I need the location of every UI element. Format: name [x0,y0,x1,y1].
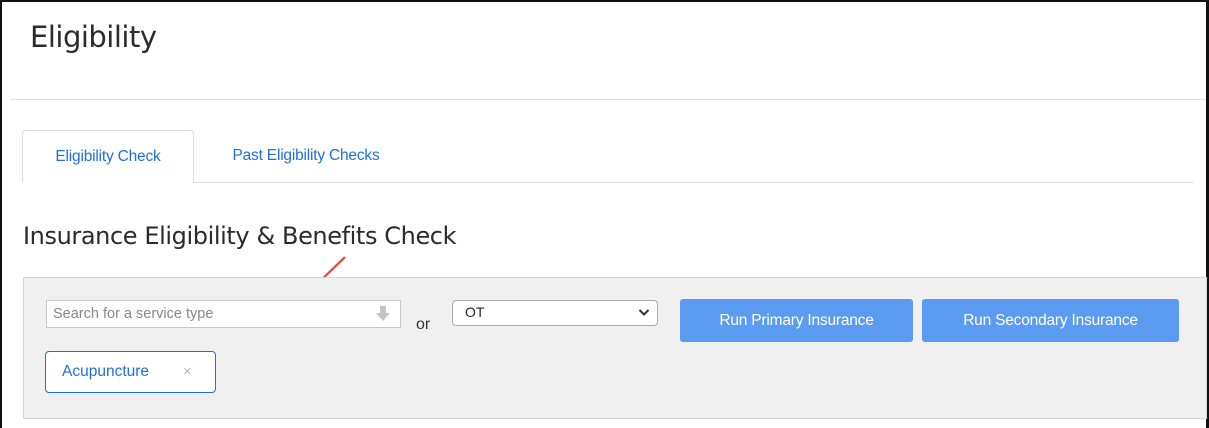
tab-eligibility-check[interactable]: Eligibility Check [22,130,194,183]
service-type-select-value: OT [465,304,485,320]
service-type-search-input[interactable] [46,300,401,328]
close-icon[interactable]: × [183,352,192,392]
or-label: or [416,316,431,333]
eligibility-check-panel: or OT Run Primary Insurance Run Secondar… [23,277,1207,419]
tab-bar: Eligibility Check Past Eligibility Check… [22,130,1193,183]
down-arrow-icon[interactable] [376,305,390,323]
run-secondary-insurance-button[interactable]: Run Secondary Insurance [922,299,1179,342]
chevron-down-icon [638,309,650,316]
page-title: Eligibility [30,20,157,54]
chip-label: Acupuncture [62,363,150,380]
app-window: Eligibility Eligibility Check Past Eligi… [0,0,1209,428]
tab-past-eligibility-checks[interactable]: Past Eligibility Checks [205,130,407,182]
section-title: Insurance Eligibility & Benefits Check [23,222,457,250]
service-type-select[interactable]: OT [452,300,658,326]
selected-service-chip[interactable]: Acupuncture × [45,351,216,393]
header-divider [10,99,1206,100]
run-primary-insurance-button[interactable]: Run Primary Insurance [680,299,913,342]
